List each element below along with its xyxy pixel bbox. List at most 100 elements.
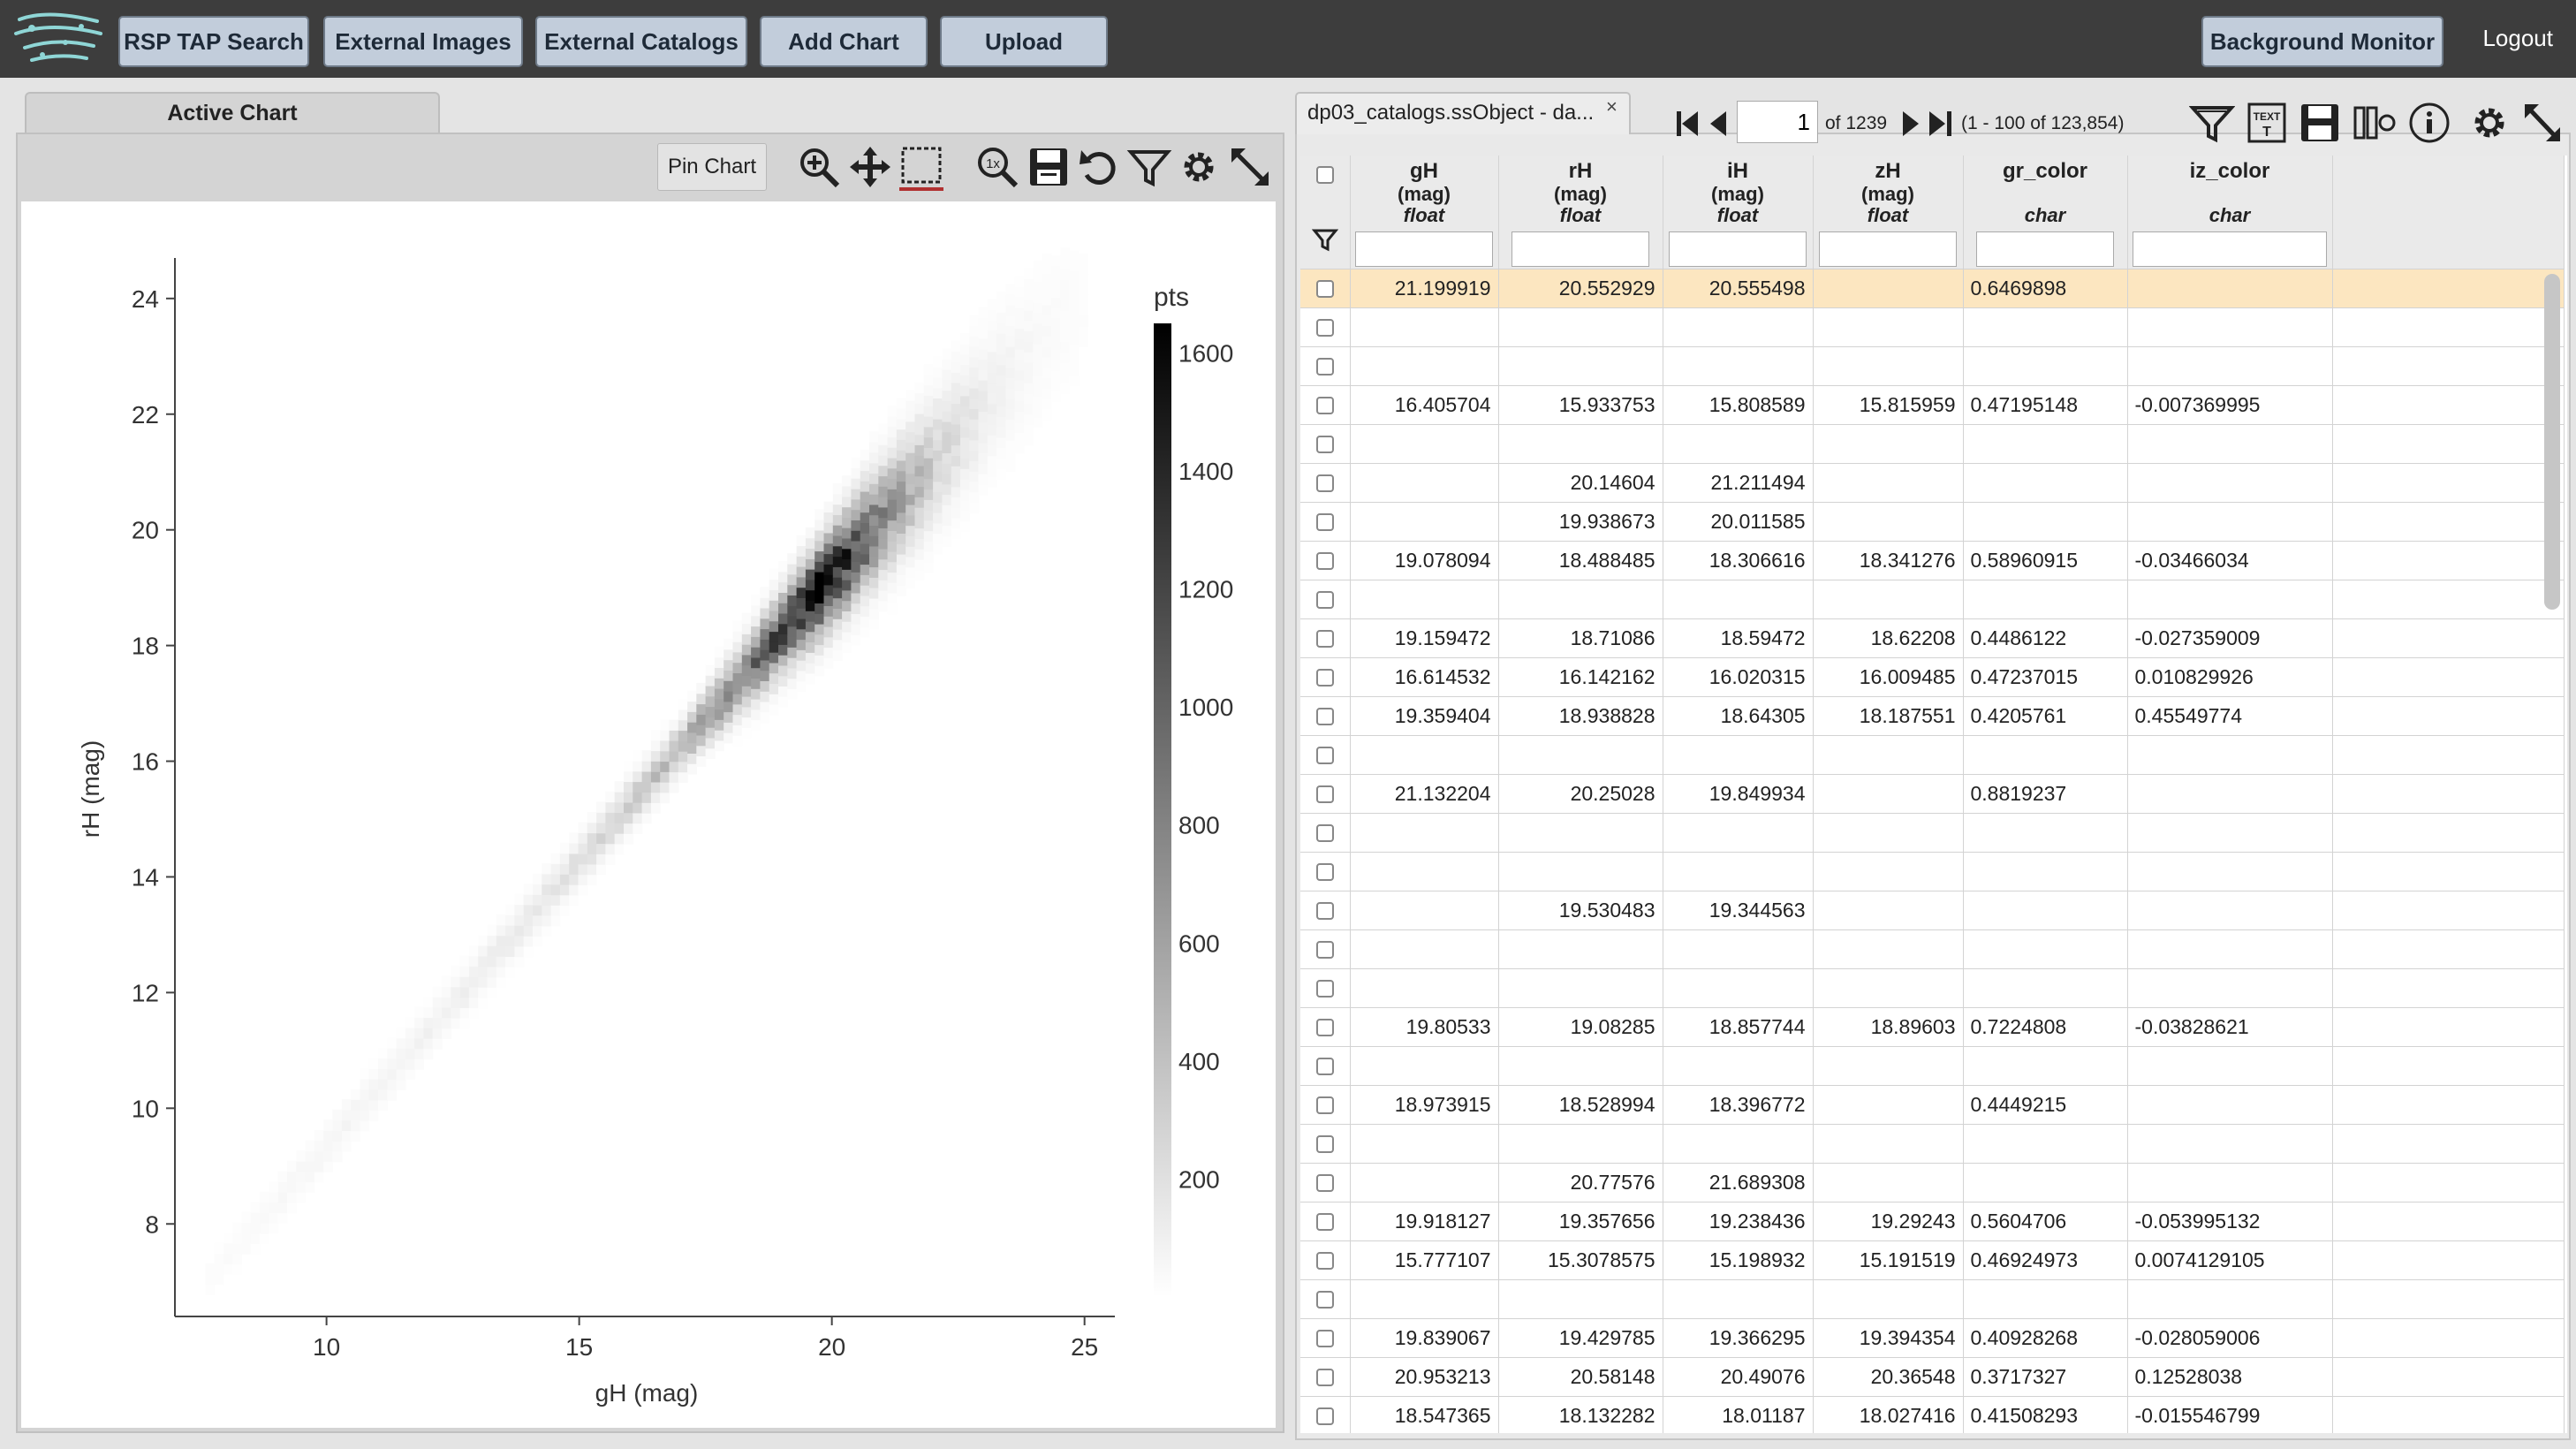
column-header-rh[interactable]: rH (mag) float [1498,156,1663,269]
upload-button[interactable]: Upload [940,16,1108,67]
table-row[interactable]: 21.132204 20.25028 19.849934 0.8819237 [1300,774,2565,814]
row-checkbox[interactable] [1315,707,1334,725]
column-header-gr-color[interactable]: gr_color char [1963,156,2128,269]
row-checkbox[interactable] [1315,1173,1334,1192]
table-row[interactable] [1300,580,2565,619]
external-catalogs-button[interactable]: External Catalogs [535,16,747,67]
row-checkbox[interactable] [1315,1096,1334,1114]
last-page-icon[interactable] [1926,108,1956,140]
select-box-icon[interactable] [898,143,945,191]
expand-icon[interactable] [1226,143,1274,191]
column-header-gh[interactable]: gH (mag) float [1350,156,1499,269]
page-number-input[interactable] [1737,101,1818,143]
row-checkbox[interactable] [1315,629,1334,648]
table-row[interactable] [1300,307,2565,347]
table-row[interactable] [1300,1046,2565,1086]
chart-area[interactable]: 10 15 20 25 8 10 12 14 16 18 20 22 24 1600 1400 1200 10… [21,201,1276,1428]
row-checkbox[interactable] [1315,1329,1334,1347]
filter-input-ih[interactable] [1669,231,1807,267]
table-row[interactable] [1300,1279,2565,1319]
table-save-icon[interactable] [2297,99,2343,147]
save-icon[interactable] [1025,143,1072,191]
filter-input-gr-color[interactable] [1976,231,2114,267]
tab-table-ssobject[interactable]: dp03_catalogs.ssObject - da... [1295,92,1631,134]
row-checkbox[interactable] [1315,590,1334,609]
row-checkbox[interactable] [1315,1290,1334,1309]
table-filter-icon[interactable] [2189,99,2235,147]
table-row[interactable] [1300,346,2565,386]
filter-input-rh[interactable] [1512,231,1649,267]
table-row[interactable]: 20.953213 20.58148 20.49076 20.36548 0.37173… [1300,1357,2565,1397]
table-row[interactable]: 20.14604 21.211494 [1300,463,2565,503]
filter-input-gh[interactable] [1355,231,1493,267]
row-checkbox[interactable] [1315,668,1334,687]
row-checkbox[interactable] [1315,1407,1334,1425]
row-checkbox[interactable] [1315,862,1334,881]
table-row[interactable]: 19.938673 20.011585 [1300,502,2565,542]
table-row[interactable]: 19.80533 19.08285 18.857744 18.89603 0.72248… [1300,1007,2565,1047]
row-checkbox[interactable] [1315,1212,1334,1231]
column-filter-icon[interactable] [1311,226,1338,253]
table-row[interactable] [1300,735,2565,775]
table-row[interactable]: 18.547365 18.132282 18.01187 18.027416 0.415… [1300,1396,2565,1433]
column-header-ih[interactable]: iH (mag) float [1663,156,1814,269]
select-all-checkbox[interactable] [1315,166,1334,184]
table-row[interactable]: 19.078094 18.488485 18.306616 18.341276 0.58… [1300,541,2565,580]
table-row[interactable]: 16.405704 15.933753 15.808589 15.815959 0.47… [1300,385,2565,425]
zoom-in-icon[interactable] [795,143,843,191]
table-settings-icon[interactable] [2466,99,2512,147]
row-checkbox[interactable] [1315,318,1334,337]
row-checkbox[interactable] [1315,435,1334,453]
row-checkbox[interactable] [1315,1368,1334,1386]
previous-page-icon[interactable] [1705,108,1735,140]
row-checkbox[interactable] [1315,1057,1334,1075]
table-row[interactable]: 19.530483 19.344563 [1300,891,2565,930]
table-row[interactable] [1300,852,2565,891]
table-row[interactable]: 19.918127 19.357656 19.238436 19.29243 0.560… [1300,1202,2565,1241]
row-checkbox[interactable] [1315,746,1334,764]
background-monitor-button[interactable]: Background Monitor [2201,16,2443,67]
heatmap-plot[interactable]: 10 15 20 25 8 10 12 14 16 18 20 22 24 1600 1400 1200 10… [21,201,1276,1428]
row-checkbox[interactable] [1315,396,1334,414]
row-checkbox[interactable] [1315,979,1334,998]
row-checkbox[interactable] [1315,1134,1334,1153]
row-checkbox[interactable] [1315,823,1334,842]
table-row[interactable] [1300,1124,2565,1164]
add-chart-button[interactable]: Add Chart [760,16,928,67]
row-checkbox[interactable] [1315,551,1334,570]
row-checkbox[interactable] [1315,940,1334,959]
pin-chart-button[interactable]: Pin Chart [657,143,767,191]
table-row[interactable] [1300,424,2565,464]
info-icon[interactable] [2406,99,2452,147]
row-checkbox[interactable] [1315,474,1334,492]
row-checkbox[interactable] [1315,512,1334,531]
column-header-iz-color[interactable]: iz_color char [2127,156,2333,269]
table-row[interactable] [1300,929,2565,969]
row-checkbox[interactable] [1315,1018,1334,1036]
table-row[interactable] [1300,813,2565,853]
zoom-reset-icon[interactable]: 1x [974,143,1021,191]
restore-icon[interactable] [1076,143,1124,191]
close-tab-icon[interactable]: × [1606,95,1618,118]
table-row[interactable]: 19.359404 18.938828 18.64305 18.187551 0.420… [1300,696,2565,736]
table-row[interactable] [1300,968,2565,1008]
table-row[interactable]: 18.973915 18.528994 18.396772 0.4449215 [1300,1085,2565,1125]
rsp-tap-search-button[interactable]: RSP TAP Search [118,16,309,67]
column-options-icon[interactable] [2352,99,2398,147]
filter-input-zh[interactable] [1819,231,1957,267]
pan-icon[interactable] [846,143,894,191]
first-page-icon[interactable] [1673,108,1703,140]
row-checkbox[interactable] [1315,901,1334,920]
row-checkbox[interactable] [1315,1251,1334,1270]
next-page-icon[interactable] [1896,108,1926,140]
table-row[interactable]: 21.199919 20.552929 20.555498 0.6469898 [1300,269,2565,308]
settings-icon[interactable] [1175,143,1223,191]
table-row[interactable]: 15.777107 15.3078575 15.198932 15.191519 0.4… [1300,1240,2565,1280]
table-row[interactable]: 20.77576 21.689308 [1300,1163,2565,1202]
table-expand-icon[interactable] [2519,99,2565,147]
filter-icon[interactable] [1125,143,1173,191]
table-row[interactable]: 19.839067 19.429785 19.366295 19.394354 0.40… [1300,1318,2565,1358]
logout-link[interactable]: Logout [2482,25,2553,52]
filter-input-iz-color[interactable] [2133,231,2327,267]
column-header-zh[interactable]: zH (mag) float [1813,156,1964,269]
